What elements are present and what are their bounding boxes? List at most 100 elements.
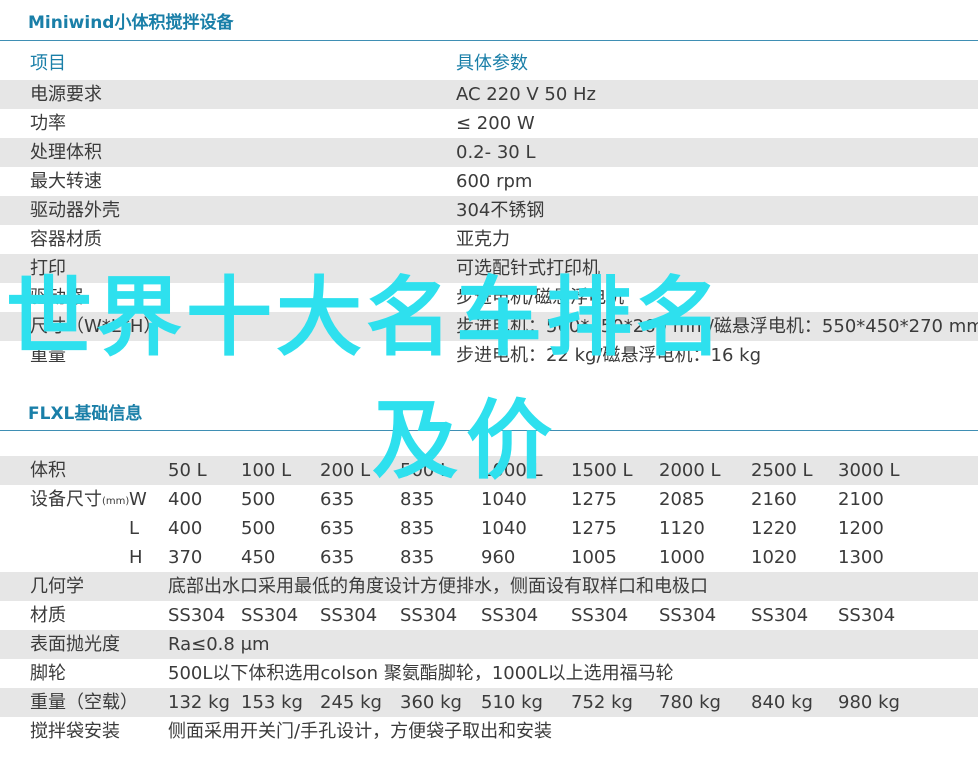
info-value: 500 [241, 518, 276, 539]
info-value: SS304 [400, 605, 458, 626]
header-param: 具体参数 [456, 53, 528, 74]
info-value: 752 kg [571, 692, 633, 713]
info-label: 脚轮 [30, 663, 66, 684]
info-value: 50 L [168, 460, 207, 481]
info-label: 搅拌袋安装 [30, 721, 120, 742]
info-value: 635 [320, 489, 355, 510]
info-row: 重量（空载） 132 kg 153 kg 245 kg 360 kg 510 kg 752 … [0, 688, 978, 717]
info-value: 3000 L [838, 460, 900, 481]
info-value: 450 [241, 547, 276, 568]
info-value: 2100 [838, 489, 884, 510]
section1-header-row: 项目 具体参数 [0, 49, 978, 78]
info-value: SS304 [751, 605, 809, 626]
info-value: 200 L [320, 460, 371, 481]
info-value: 1300 [838, 547, 884, 568]
info-value: SS304 [320, 605, 378, 626]
info-value: 500 [241, 489, 276, 510]
info-row: H 370 450 635 835 960 1005 1000 1020 1300 [0, 543, 978, 572]
info-label: 设备尺寸 [30, 489, 102, 510]
info-value: 835 [400, 518, 435, 539]
info-value: 1005 [571, 547, 617, 568]
info-label: 体积 [30, 460, 66, 481]
info-value: 2085 [659, 489, 705, 510]
info-value: 1275 [571, 518, 617, 539]
spec-label: 容器材质 [30, 229, 102, 250]
info-row: 几何学 底部出水口采用最低的角度设计方便排水，侧面设有取样口和电极口 [0, 572, 978, 601]
info-label: 表面抛光度 [30, 634, 120, 655]
info-value: 1040 [481, 518, 527, 539]
info-row: 表面抛光度 Ra≤0.8 μm [0, 630, 978, 659]
info-value: SS304 [659, 605, 717, 626]
spec-row: 处理体积 0.2- 30 L [0, 138, 978, 167]
info-value: 400 [168, 518, 203, 539]
info-value: 100 L [241, 460, 292, 481]
spec-value: ≤ 200 W [456, 113, 535, 134]
info-value: 400 [168, 489, 203, 510]
info-value: 2500 L [751, 460, 813, 481]
overlay-text-line2: 及价 [372, 391, 560, 491]
info-value: 980 kg [838, 692, 900, 713]
info-value: SS304 [481, 605, 539, 626]
info-value: 635 [320, 547, 355, 568]
spec-row: 容器材质 亚克力 [0, 225, 978, 254]
info-value: 840 kg [751, 692, 813, 713]
info-value: 370 [168, 547, 203, 568]
info-label: 重量（空载） [30, 692, 138, 713]
info-value: 635 [320, 518, 355, 539]
info-value: 780 kg [659, 692, 721, 713]
spec-value: 0.2- 30 L [456, 142, 536, 163]
info-unit: (mm) [102, 496, 130, 507]
info-value: 153 kg [241, 692, 303, 713]
info-value: SS304 [241, 605, 299, 626]
section1-divider [0, 40, 978, 41]
info-value: 2160 [751, 489, 797, 510]
spec-value: 304不锈钢 [456, 200, 545, 221]
section1-title: Miniwind小体积搅拌设备 [28, 13, 234, 33]
info-value: 132 kg [168, 692, 230, 713]
spec-value: 亚克力 [456, 229, 510, 250]
spec-label: 电源要求 [30, 84, 102, 105]
info-axis: W [129, 489, 147, 510]
info-text: 500L以下体积选用colson 聚氨酯脚轮，1000L以上选用福马轮 [168, 663, 674, 684]
info-value: 1500 L [571, 460, 633, 481]
info-value: SS304 [838, 605, 896, 626]
info-value: 245 kg [320, 692, 382, 713]
info-value: 2000 L [659, 460, 721, 481]
spec-label: 最大转速 [30, 171, 102, 192]
spec-label: 处理体积 [30, 142, 102, 163]
info-label: 材质 [30, 605, 66, 626]
spec-value: 600 rpm [456, 171, 533, 192]
info-value: 1000 [659, 547, 705, 568]
info-row: L 400 500 635 835 1040 1275 1120 1220 1200 [0, 514, 978, 543]
overlay-text-line1: 世界十大名车排名 [6, 268, 726, 368]
info-value: 360 kg [400, 692, 462, 713]
spec-label: 驱动器外壳 [30, 200, 120, 221]
spec-row: 驱动器外壳 304不锈钢 [0, 196, 978, 225]
spec-value: AC 220 V 50 Hz [456, 84, 597, 105]
info-value: 960 [481, 547, 516, 568]
info-text: 侧面采用开关门/手孔设计，方便袋子取出和安装 [168, 721, 553, 742]
info-row: 材质 SS304 SS304 SS304 SS304 SS304 SS304 SS304 SS3… [0, 601, 978, 630]
section2-title: FLXL基础信息 [28, 404, 143, 424]
info-axis: L [129, 518, 140, 539]
info-value: 510 kg [481, 692, 543, 713]
info-value: 1120 [659, 518, 705, 539]
spec-row: 最大转速 600 rpm [0, 167, 978, 196]
info-value: SS304 [571, 605, 629, 626]
spec-row: 功率 ≤ 200 W [0, 109, 978, 138]
info-value: 1275 [571, 489, 617, 510]
info-value: 1200 [838, 518, 884, 539]
spec-row: 电源要求 AC 220 V 50 Hz [0, 80, 978, 109]
info-text: 底部出水口采用最低的角度设计方便排水，侧面设有取样口和电极口 [168, 576, 708, 597]
info-row: 脚轮 500L以下体积选用colson 聚氨酯脚轮，1000L以上选用福马轮 [0, 659, 978, 688]
info-value: 1020 [751, 547, 797, 568]
info-row: 搅拌袋安装 侧面采用开关门/手孔设计，方便袋子取出和安装 [0, 717, 978, 746]
spec-label: 功率 [30, 113, 66, 134]
header-item: 项目 [30, 53, 66, 74]
info-value: 835 [400, 547, 435, 568]
info-value: SS304 [168, 605, 226, 626]
info-label: 几何学 [30, 576, 84, 597]
info-text: Ra≤0.8 μm [168, 634, 270, 655]
info-axis: H [129, 547, 143, 568]
info-value: 1220 [751, 518, 797, 539]
